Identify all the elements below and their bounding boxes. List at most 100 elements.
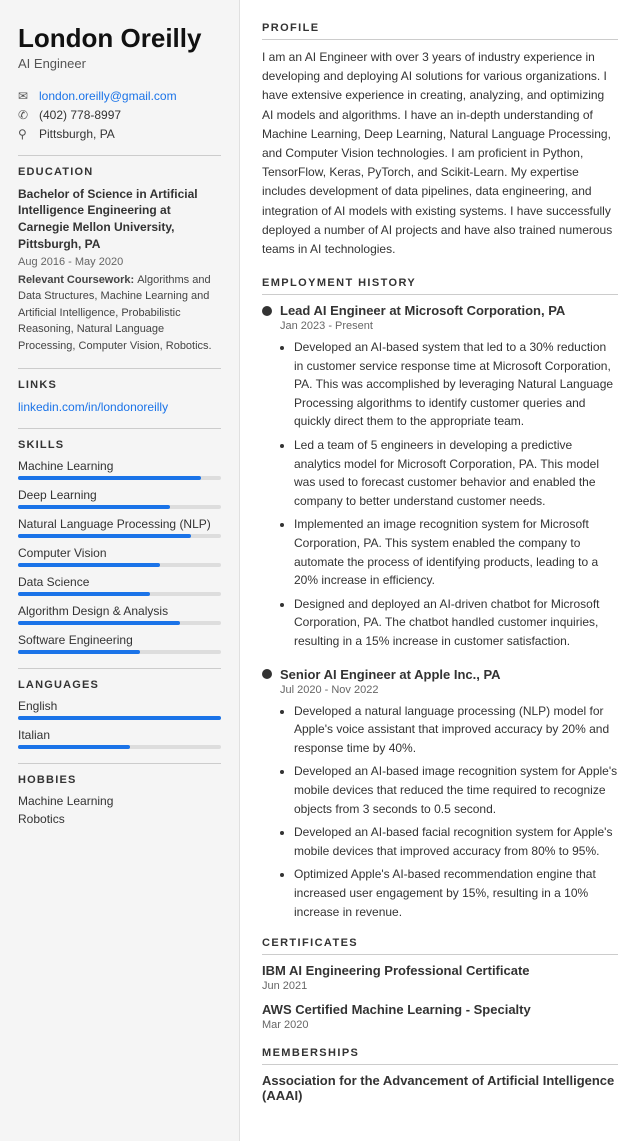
skills-section-title: SKILLS — [18, 439, 221, 451]
skill-item: Data Science — [18, 575, 221, 596]
skill-label: Algorithm Design & Analysis — [18, 604, 221, 618]
links-container: linkedin.com/in/londonoreilly — [18, 399, 221, 414]
membership-name: Association for the Advancement of Artif… — [262, 1073, 618, 1103]
job-dot — [262, 669, 272, 679]
skills-list: Machine Learning Deep Learning Natural L… — [18, 459, 221, 654]
education-dates: Aug 2016 - May 2020 — [18, 256, 221, 268]
language-item: English — [18, 699, 221, 720]
skill-label: Deep Learning — [18, 488, 221, 502]
certificate-item: IBM AI Engineering Professional Certific… — [262, 963, 618, 992]
hobbies-list: Machine LearningRobotics — [18, 794, 221, 826]
education-degree: Bachelor of Science in Artificial Intell… — [18, 186, 221, 253]
skill-bar-bg — [18, 621, 221, 625]
memberships-section-title: MEMBERSHIPS — [262, 1047, 618, 1065]
employment-bullet: Developed a natural language processing … — [294, 702, 618, 758]
certificate-item: AWS Certified Machine Learning - Special… — [262, 1002, 618, 1031]
skill-bar-bg — [18, 476, 221, 480]
language-bar-bg — [18, 716, 221, 720]
skill-item: Algorithm Design & Analysis — [18, 604, 221, 625]
employment-bullet: Designed and deployed an AI-driven chatb… — [294, 595, 618, 651]
skill-bar-bg — [18, 534, 221, 538]
left-column: London Oreilly AI Engineer ✉ london.orei… — [0, 0, 240, 1141]
job-title: Senior AI Engineer at Apple Inc., PA — [262, 667, 618, 682]
language-label: Italian — [18, 728, 221, 742]
certificates-section-title: CERTIFICATES — [262, 937, 618, 955]
skill-bar-bg — [18, 650, 221, 654]
employment-bullet: Developed an AI-based facial recognition… — [294, 823, 618, 860]
employment-section: EMPLOYMENT HISTORY Lead AI Engineer at M… — [262, 277, 618, 921]
cert-name: AWS Certified Machine Learning - Special… — [262, 1002, 618, 1017]
links-section-title: LINKS — [18, 379, 221, 391]
candidate-name: London Oreilly — [18, 24, 221, 53]
job-bullets: Developed a natural language processing … — [280, 702, 618, 922]
employment-bullet: Implemented an image recognition system … — [294, 515, 618, 589]
job-dates: Jul 2020 - Nov 2022 — [280, 684, 618, 696]
skills-divider — [18, 428, 221, 429]
hobbies-section-title: HOBBIES — [18, 774, 221, 786]
skill-bar-bg — [18, 592, 221, 596]
cert-date: Mar 2020 — [262, 1019, 618, 1031]
skill-bar-fill — [18, 621, 180, 625]
profile-text: I am an AI Engineer with over 3 years of… — [262, 48, 618, 259]
employment-section-title: EMPLOYMENT HISTORY — [262, 277, 618, 295]
job-dates: Jan 2023 - Present — [280, 320, 618, 332]
certificates-section: CERTIFICATES IBM AI Engineering Professi… — [262, 937, 618, 1031]
employment-bullet: Developed an AI-based image recognition … — [294, 762, 618, 818]
cert-date: Jun 2021 — [262, 980, 618, 992]
education-coursework: Relevant Coursework: Algorithms and Data… — [18, 272, 221, 355]
candidate-title: AI Engineer — [18, 56, 221, 71]
language-bar-bg — [18, 745, 221, 749]
skill-bar-fill — [18, 534, 191, 538]
skill-bar-bg — [18, 505, 221, 509]
contact-location: ⚲ Pittsburgh, PA — [18, 127, 221, 141]
job-dot — [262, 306, 272, 316]
skill-bar-bg — [18, 563, 221, 567]
cert-name: IBM AI Engineering Professional Certific… — [262, 963, 618, 978]
job-title: Lead AI Engineer at Microsoft Corporatio… — [262, 303, 618, 318]
contact-email: ✉ london.oreilly@gmail.com — [18, 89, 221, 103]
skill-label: Computer Vision — [18, 546, 221, 560]
skill-item: Natural Language Processing (NLP) — [18, 517, 221, 538]
skill-item: Machine Learning — [18, 459, 221, 480]
certificates-list: IBM AI Engineering Professional Certific… — [262, 963, 618, 1031]
languages-divider — [18, 668, 221, 669]
skill-bar-fill — [18, 505, 170, 509]
skill-item: Deep Learning — [18, 488, 221, 509]
employment-bullet: Optimized Apple's AI-based recommendatio… — [294, 865, 618, 921]
language-bar-fill — [18, 716, 221, 720]
education-divider — [18, 155, 221, 156]
employment-job: Lead AI Engineer at Microsoft Corporatio… — [262, 303, 618, 651]
profile-section: PROFILE I am an AI Engineer with over 3 … — [262, 22, 618, 259]
employment-bullet: Developed an AI-based system that led to… — [294, 338, 618, 431]
employment-list: Lead AI Engineer at Microsoft Corporatio… — [262, 303, 618, 921]
languages-section-title: LANGUAGES — [18, 679, 221, 691]
hobby-item: Robotics — [18, 812, 221, 826]
skill-label: Machine Learning — [18, 459, 221, 473]
resume-page: London Oreilly AI Engineer ✉ london.orei… — [0, 0, 640, 1141]
hobbies-divider — [18, 763, 221, 764]
skill-bar-fill — [18, 650, 140, 654]
coursework-label: Relevant Coursework: — [18, 274, 137, 286]
memberships-list: Association for the Advancement of Artif… — [262, 1073, 618, 1103]
profile-section-title: PROFILE — [262, 22, 618, 40]
location-icon: ⚲ — [18, 127, 32, 141]
phone-icon: ✆ — [18, 108, 32, 122]
email-icon: ✉ — [18, 89, 32, 103]
skill-label: Software Engineering — [18, 633, 221, 647]
language-label: English — [18, 699, 221, 713]
phone-text: (402) 778-8997 — [39, 108, 121, 122]
language-bar-fill — [18, 745, 130, 749]
skill-item: Software Engineering — [18, 633, 221, 654]
skill-item: Computer Vision — [18, 546, 221, 567]
education-section-title: EDUCATION — [18, 166, 221, 178]
languages-list: English Italian — [18, 699, 221, 749]
skill-label: Natural Language Processing (NLP) — [18, 517, 221, 531]
skill-label: Data Science — [18, 575, 221, 589]
skill-bar-fill — [18, 592, 150, 596]
skill-bar-fill — [18, 563, 160, 567]
memberships-section: MEMBERSHIPS Association for the Advancem… — [262, 1047, 618, 1103]
linkedin-link[interactable]: linkedin.com/in/londonoreilly — [18, 400, 168, 414]
employment-bullet: Led a team of 5 engineers in developing … — [294, 436, 618, 510]
language-item: Italian — [18, 728, 221, 749]
email-link[interactable]: london.oreilly@gmail.com — [39, 89, 177, 103]
